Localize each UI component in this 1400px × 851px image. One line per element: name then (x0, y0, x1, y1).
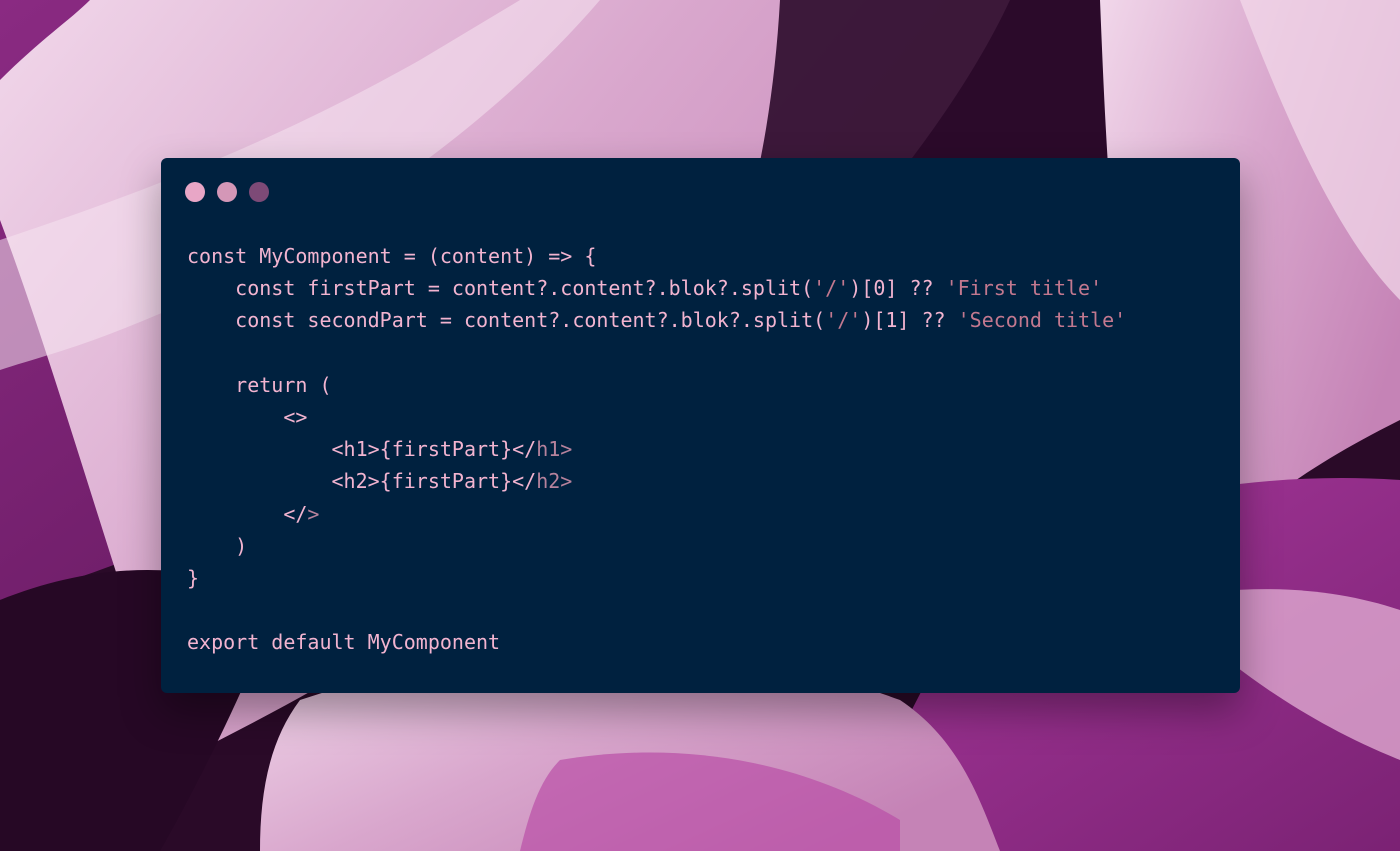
code-line: return ( (187, 369, 1126, 401)
code-string: '/' (825, 308, 862, 333)
code-line: <> (187, 401, 1126, 433)
code-token: } (187, 565, 200, 590)
code-token: </ (187, 501, 308, 526)
maximize-window-icon[interactable] (249, 182, 269, 202)
code-line: } (187, 562, 1126, 594)
code-line: <h1>{firstPart}</h1> (187, 433, 1126, 465)
code-block: const MyComponent = (content) => { const… (187, 240, 1126, 658)
code-token: const MyComponent = (content) => { (187, 244, 597, 268)
code-line: ) (187, 530, 1126, 562)
code-token: )[0] ?? (849, 276, 946, 301)
code-string: 'Second title' (957, 308, 1127, 333)
code-token: )[1] ?? (861, 308, 958, 333)
code-line: const firstPart = content?.content?.blok… (187, 272, 1126, 304)
code-string: '/' (813, 276, 850, 301)
code-line: export default MyComponent (187, 626, 1126, 658)
code-line: const MyComponent = (content) => { (187, 240, 1126, 272)
close-window-icon[interactable] (185, 182, 205, 202)
code-closing-tag: h2> (536, 469, 573, 494)
code-token: const secondPart = content?.content?.blo… (187, 308, 826, 333)
code-line: const secondPart = content?.content?.blo… (187, 304, 1126, 336)
code-line: <h2>{firstPart}</h2> (187, 465, 1126, 497)
code-token: return ( (187, 372, 332, 397)
code-token: <> (187, 404, 308, 429)
code-closing-tag: > (307, 501, 320, 526)
minimize-window-icon[interactable] (217, 182, 237, 202)
code-window: const MyComponent = (content) => { const… (161, 158, 1240, 693)
code-closing-tag: h1> (536, 437, 573, 462)
code-token: <h2>{firstPart}</ (187, 469, 537, 494)
code-token: const firstPart = content?.content?.blok… (187, 276, 814, 301)
code-string: 'First title' (945, 276, 1103, 301)
code-token: ) (187, 533, 248, 558)
code-token: <h1>{firstPart}</ (187, 437, 537, 462)
code-token: export default MyComponent (187, 630, 501, 655)
code-line: </> (187, 498, 1126, 530)
window-controls (185, 182, 269, 202)
